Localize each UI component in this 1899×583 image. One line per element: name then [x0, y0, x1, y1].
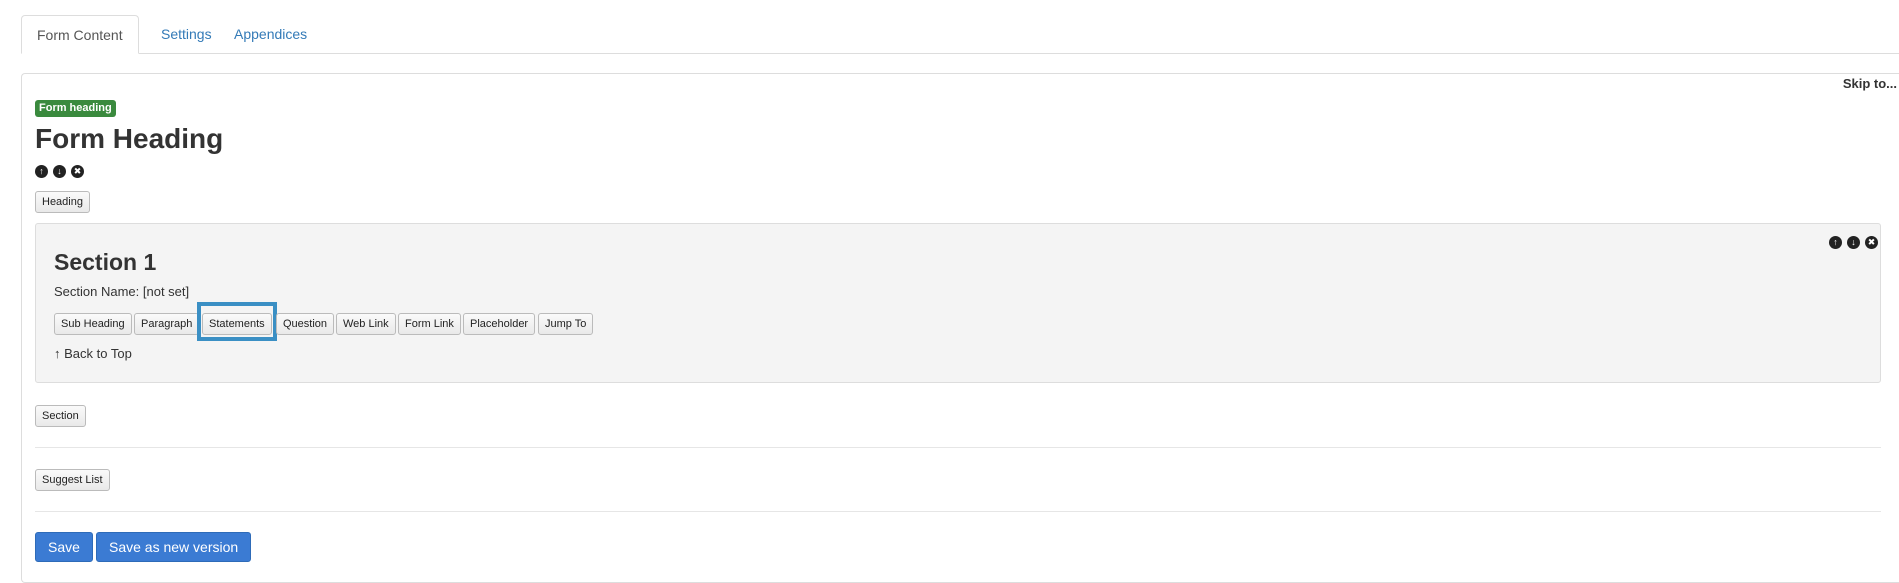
section-controls: ↑ ↓ ✖ [1829, 236, 1878, 249]
section-panel [35, 223, 1881, 383]
sub-heading-button[interactable]: Sub Heading [54, 313, 132, 335]
question-button[interactable]: Question [276, 313, 335, 335]
divider [35, 511, 1881, 512]
tab-appendices[interactable]: Appendices [219, 15, 322, 53]
placeholder-button[interactable]: Placeholder [463, 313, 536, 335]
remove-icon[interactable]: ✖ [71, 165, 84, 178]
add-section-button[interactable]: Section [35, 405, 86, 427]
web-link-button[interactable]: Web Link [336, 313, 396, 335]
arrow-up-icon: ↑ [54, 346, 61, 361]
tab-bar: Form Content Settings Appendices [21, 15, 1899, 54]
divider [35, 447, 1881, 448]
tab-form-content[interactable]: Form Content [21, 15, 139, 54]
add-heading-button[interactable]: Heading [35, 191, 90, 213]
form-heading-badge: Form heading [35, 100, 116, 117]
save-as-new-version-button[interactable]: Save as new version [96, 532, 252, 562]
form-link-button[interactable]: Form Link [398, 313, 461, 335]
section-title: Section 1 [54, 249, 157, 275]
save-button[interactable]: Save [35, 532, 93, 562]
arrow-up-icon[interactable]: ↑ [35, 165, 48, 178]
form-heading-title: Form Heading [35, 123, 224, 154]
tab-settings[interactable]: Settings [146, 15, 227, 53]
back-to-top-link[interactable]: ↑ Back to Top [54, 346, 132, 361]
paragraph-button[interactable]: Paragraph [134, 313, 200, 335]
jump-to-button[interactable]: Jump To [538, 313, 594, 335]
arrow-down-icon[interactable]: ↓ [1847, 236, 1860, 249]
section-name-text: Section Name: [not set] [54, 284, 190, 299]
skip-to-link[interactable]: Skip to... [1843, 76, 1897, 91]
statements-highlight [197, 302, 277, 341]
remove-icon[interactable]: ✖ [1865, 236, 1878, 249]
arrow-up-icon[interactable]: ↑ [1829, 236, 1842, 249]
heading-controls: ↑ ↓ ✖ [35, 165, 84, 178]
back-to-top-label: Back to Top [64, 346, 132, 361]
arrow-down-icon[interactable]: ↓ [53, 165, 66, 178]
suggest-list-button[interactable]: Suggest List [35, 469, 110, 491]
